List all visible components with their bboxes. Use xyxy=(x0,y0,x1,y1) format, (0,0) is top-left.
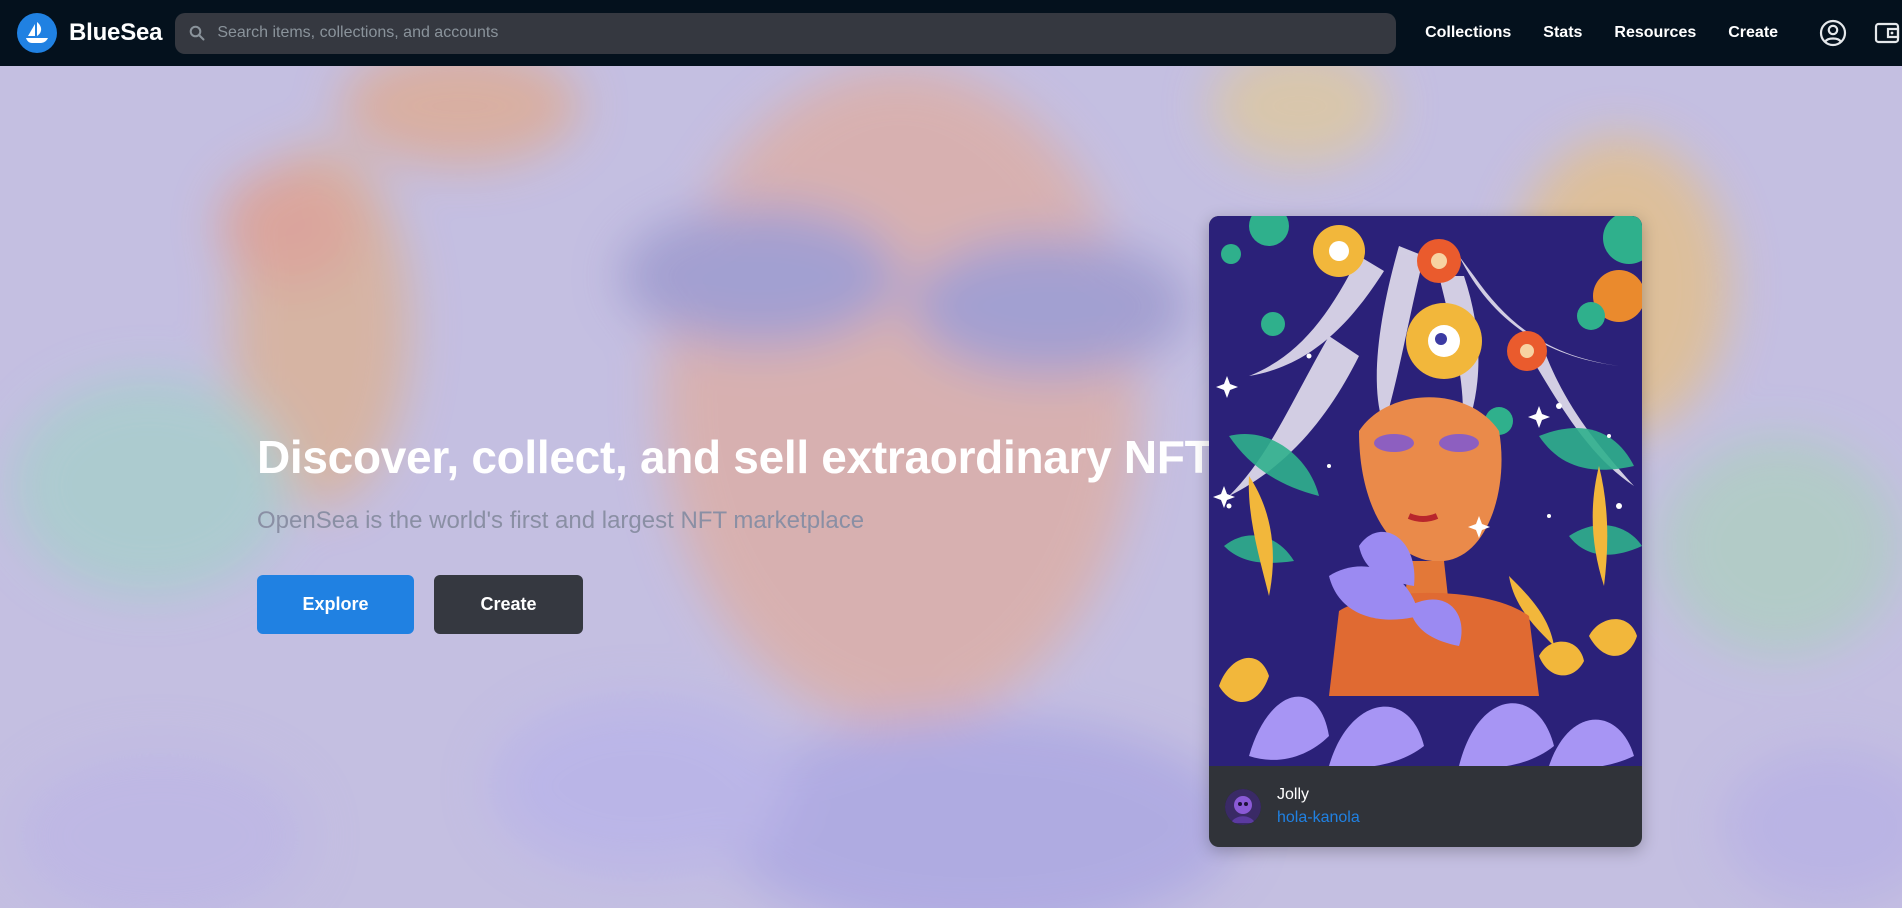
top-navbar: BlueSea Collections Stats Resources Crea… xyxy=(0,0,1902,66)
search-bar[interactable] xyxy=(175,12,1397,54)
nav-link-resources[interactable]: Resources xyxy=(1614,24,1696,42)
hero-actions: Explore Create xyxy=(257,575,1217,635)
hero-subtitle: OpenSea is the world's first and largest… xyxy=(257,506,865,534)
featured-nft-image xyxy=(1209,216,1642,766)
creator-avatar[interactable] xyxy=(1225,788,1261,825)
app-root: BlueSea Collections Stats Resources Crea… xyxy=(0,0,1902,908)
featured-nft-card[interactable]: Jolly hola-kanola xyxy=(1209,216,1642,847)
search-input[interactable] xyxy=(217,12,1397,54)
creator-link[interactable]: hola-kanola xyxy=(1277,807,1360,829)
nav-link-create[interactable]: Create xyxy=(1728,24,1778,42)
explore-button[interactable]: Explore xyxy=(257,575,414,635)
brand-home-link[interactable]: BlueSea xyxy=(17,13,163,53)
hero-title: Discover, collect, and sell extraordinar… xyxy=(257,431,1235,483)
brand-name: BlueSea xyxy=(69,19,163,46)
sailboat-icon xyxy=(17,13,57,53)
nft-title: Jolly xyxy=(1277,786,1310,804)
nav-link-stats[interactable]: Stats xyxy=(1543,24,1582,42)
main-nav: Collections Stats Resources Create xyxy=(1425,24,1778,42)
wallet-icon[interactable] xyxy=(1872,18,1902,48)
nav-link-collections[interactable]: Collections xyxy=(1425,24,1511,42)
hero-content: Discover, collect, and sell extraordinar… xyxy=(257,431,1235,635)
hero-section: Discover, collect, and sell extraordinar… xyxy=(0,66,1902,908)
card-footer: Jolly hola-kanola xyxy=(1209,766,1642,847)
create-button[interactable]: Create xyxy=(434,575,583,635)
card-meta: Jolly hola-kanola xyxy=(1277,784,1360,829)
account-circle-icon[interactable] xyxy=(1818,18,1848,48)
search-icon xyxy=(189,25,205,41)
